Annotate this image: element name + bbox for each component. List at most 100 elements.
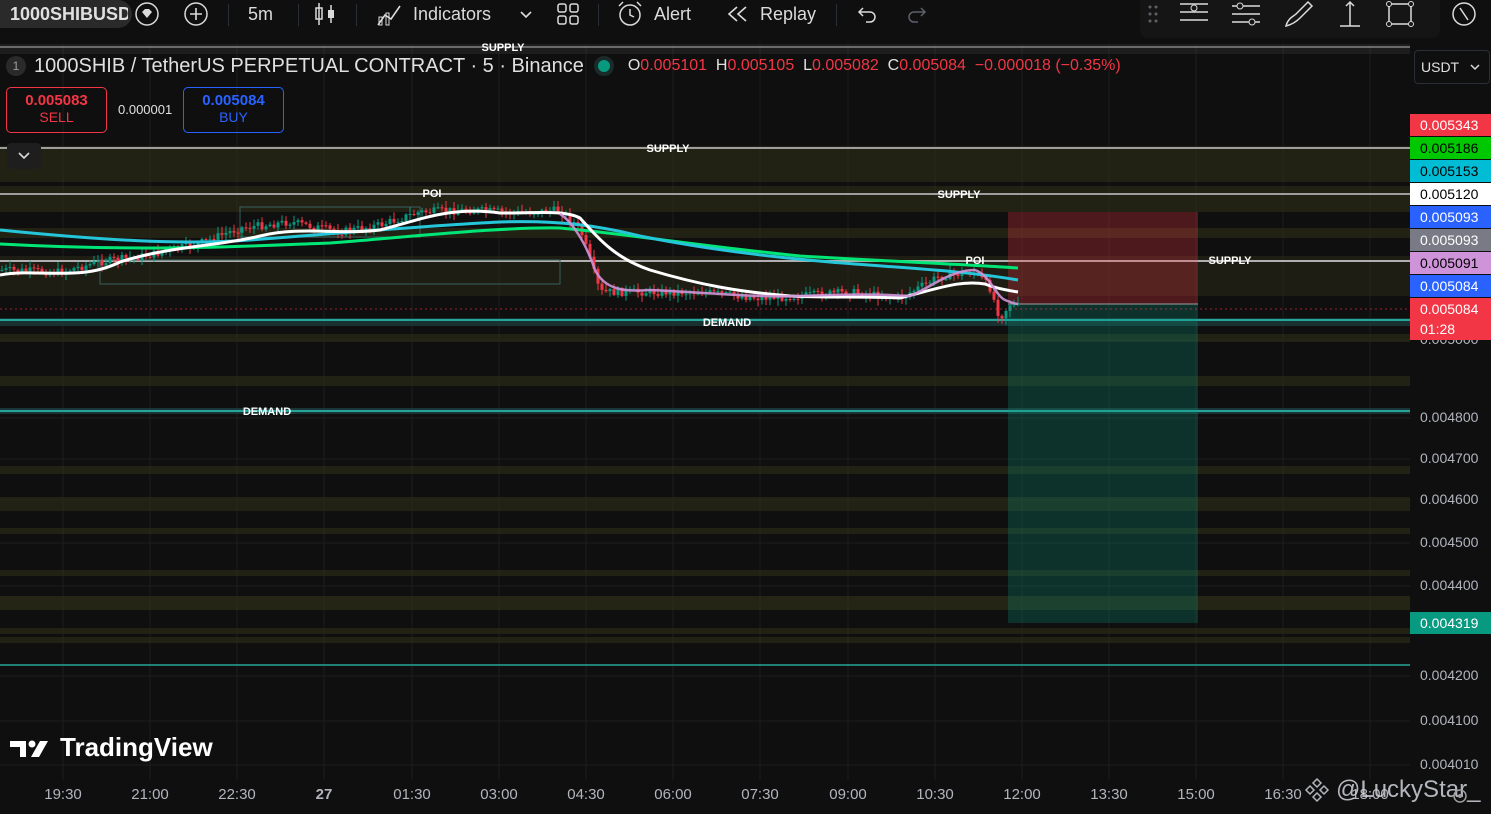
candle-body bbox=[928, 282, 932, 284]
candle-body bbox=[816, 290, 820, 292]
candle-body bbox=[1008, 305, 1012, 311]
candle-body bbox=[956, 274, 960, 276]
candle-body bbox=[492, 207, 496, 209]
candle-body bbox=[552, 206, 556, 211]
candle-body bbox=[436, 207, 440, 209]
spread-value: 0.000001 bbox=[118, 102, 173, 117]
candle-body bbox=[752, 296, 756, 299]
candle-body bbox=[808, 292, 812, 294]
candle-body bbox=[740, 296, 744, 299]
candle-body bbox=[356, 226, 360, 228]
candle-body bbox=[12, 266, 16, 270]
candle-body bbox=[244, 227, 248, 229]
candle-body bbox=[832, 290, 836, 293]
candle-body bbox=[264, 226, 268, 230]
candle-body bbox=[424, 210, 428, 213]
symbol-title[interactable]: 1000SHIB / TetherUS PERPETUAL CONTRACT ·… bbox=[34, 55, 584, 78]
candle-body bbox=[384, 223, 388, 227]
hot-key-icon[interactable] bbox=[1450, 0, 1478, 28]
chevron-down-icon bbox=[18, 152, 30, 160]
price-label: 0.005186 bbox=[1410, 137, 1491, 159]
candle-body bbox=[28, 267, 32, 272]
candle-body bbox=[916, 286, 920, 291]
candle-body bbox=[84, 265, 88, 271]
settings-gear-icon[interactable] bbox=[1450, 786, 1470, 811]
candle-body bbox=[404, 214, 408, 221]
price-tick: 0.004800 bbox=[1420, 409, 1479, 425]
candle-body bbox=[232, 231, 236, 233]
candle-body bbox=[104, 263, 108, 266]
currency-select[interactable]: USDT bbox=[1414, 50, 1490, 84]
zone-label-demand-1: DEMAND bbox=[703, 317, 751, 329]
candle-body bbox=[96, 260, 100, 262]
candle-body bbox=[88, 264, 92, 266]
collapse-legend-button[interactable] bbox=[7, 143, 41, 169]
candle-body bbox=[716, 291, 720, 293]
candle-body bbox=[912, 290, 916, 293]
candle-body bbox=[24, 268, 28, 272]
candle-body bbox=[640, 292, 644, 296]
candle-body bbox=[760, 296, 764, 301]
candle-body bbox=[268, 224, 272, 227]
candle-body bbox=[204, 238, 208, 240]
candle-body bbox=[248, 227, 252, 229]
time-tick: 21:00 bbox=[131, 786, 169, 803]
zone-label-supply-3: SUPPLY bbox=[1208, 255, 1252, 267]
short-position-tool[interactable] bbox=[1008, 212, 1198, 623]
candle-body bbox=[600, 283, 604, 290]
candle-body bbox=[1000, 315, 1004, 319]
candle-body bbox=[608, 289, 612, 292]
candle-body bbox=[748, 296, 752, 300]
time-tick: 06:00 bbox=[654, 786, 692, 803]
candle-body bbox=[924, 282, 928, 284]
sell-button[interactable]: 0.005083 SELL bbox=[6, 87, 107, 133]
price-label: 0.005343 bbox=[1410, 114, 1491, 136]
candle-body bbox=[500, 208, 504, 212]
candle-body bbox=[784, 298, 788, 301]
candle-body bbox=[224, 232, 228, 235]
candle-body bbox=[376, 222, 380, 225]
candle-body bbox=[4, 268, 8, 270]
price-tick: 0.004010 bbox=[1420, 756, 1479, 772]
candle-body bbox=[996, 299, 1000, 316]
candle-body bbox=[796, 298, 800, 300]
time-tick: 19:30 bbox=[44, 786, 82, 803]
market-open-dot bbox=[597, 60, 610, 72]
candle-body bbox=[416, 212, 420, 215]
price-label: 0.005091 bbox=[1410, 252, 1491, 274]
candle-body bbox=[320, 225, 324, 227]
price-tick: 0.004500 bbox=[1420, 534, 1479, 550]
candle-body bbox=[836, 288, 840, 293]
pane-badge: 1 bbox=[6, 56, 26, 76]
candle-body bbox=[124, 254, 128, 258]
tradingview-logo[interactable]: TradingView bbox=[10, 732, 213, 763]
candle-body bbox=[432, 207, 436, 213]
candle-body bbox=[656, 294, 660, 296]
candle-body bbox=[380, 222, 384, 227]
candle-body bbox=[8, 266, 12, 269]
candle-body bbox=[284, 220, 288, 226]
candle-body bbox=[840, 288, 844, 292]
time-tick: 07:30 bbox=[741, 786, 779, 803]
candle-body bbox=[712, 290, 716, 292]
candle-body bbox=[20, 268, 24, 272]
candle-body bbox=[684, 293, 688, 295]
candle-body bbox=[496, 208, 500, 210]
tradingview-wordmark: TradingView bbox=[60, 732, 213, 762]
candle-body bbox=[256, 222, 260, 226]
time-tick: 12:00 bbox=[1003, 786, 1041, 803]
candle-body bbox=[408, 214, 412, 216]
close-value: 0.005084 bbox=[899, 57, 966, 74]
candle-body bbox=[108, 256, 112, 264]
time-tick: 09:00 bbox=[829, 786, 867, 803]
zone-label-poi-2: POI bbox=[966, 255, 985, 267]
buy-button[interactable]: 0.005084 BUY bbox=[183, 87, 284, 133]
candle-body bbox=[100, 260, 104, 266]
candle-body bbox=[276, 222, 280, 228]
candle-body bbox=[724, 292, 728, 294]
chart-legend: 1 1000SHIB / TetherUS PERPETUAL CONTRACT… bbox=[6, 53, 1121, 79]
buy-label: BUY bbox=[219, 109, 248, 125]
candle-body bbox=[612, 289, 616, 295]
candle-body bbox=[480, 207, 484, 209]
candle-body bbox=[252, 225, 256, 229]
